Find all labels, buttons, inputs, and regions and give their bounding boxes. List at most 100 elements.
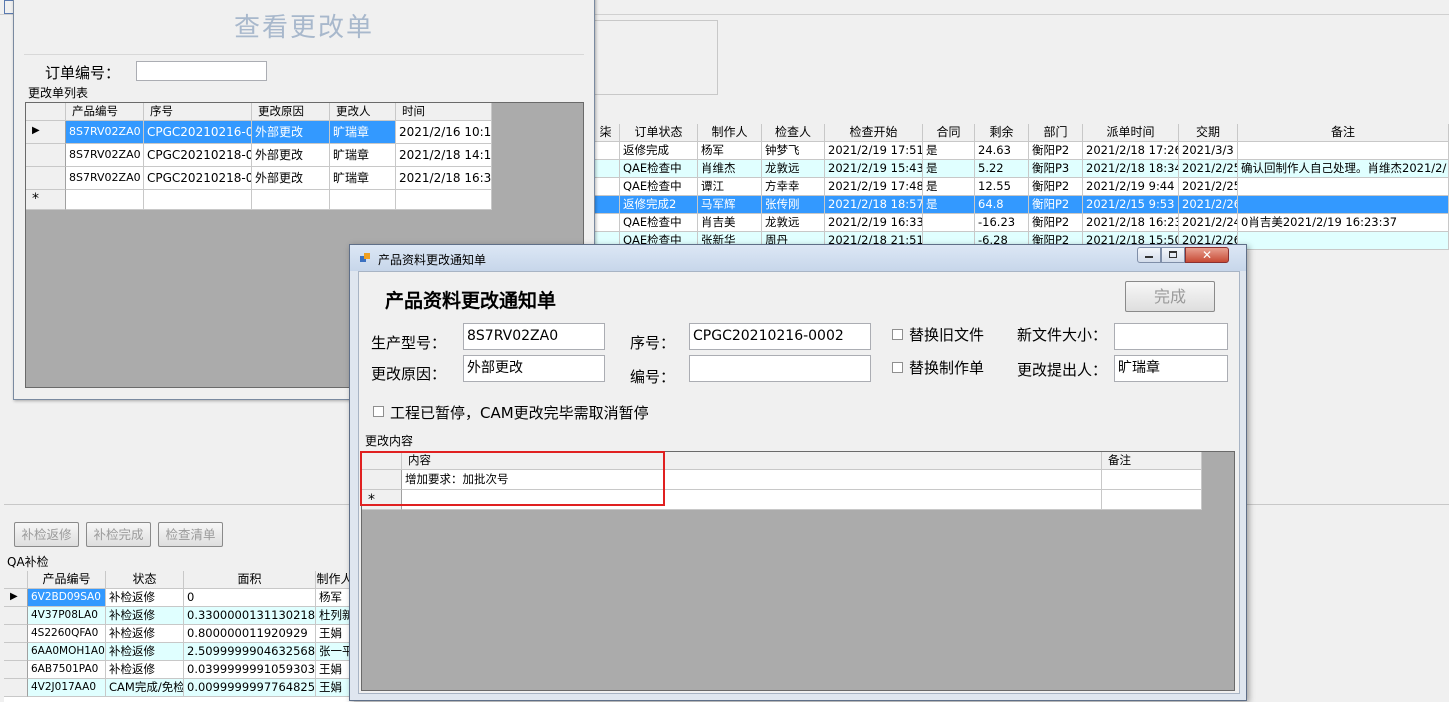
change-list-cell[interactable]: 旷瑞章 — [330, 167, 396, 190]
paused-checkbox[interactable] — [373, 406, 384, 417]
qa-button-0[interactable]: 补检返修 — [14, 522, 79, 547]
minimize-button[interactable] — [1137, 247, 1161, 263]
view-dialog-title: 查看更改单 — [233, 13, 374, 43]
new-size-label: 新文件大小： — [1017, 326, 1108, 344]
view-dialog-divider — [24, 54, 584, 55]
change-list-header-2[interactable]: 更改原因 — [252, 103, 330, 121]
new-row-cell[interactable] — [144, 190, 252, 210]
replace-old-label: 替换旧文件 — [909, 326, 985, 344]
change-list-header-0[interactable]: 产品编号 — [66, 103, 144, 121]
qa-cell[interactable]: 6AA0MOH1A0 — [28, 643, 106, 661]
done-button[interactable]: 完成 — [1125, 281, 1215, 312]
background-groupbox — [592, 20, 718, 95]
proposer-label: 更改提出人： — [1017, 361, 1108, 379]
change-list-header-3[interactable]: 更改人 — [330, 103, 396, 121]
number-label: 编号： — [630, 368, 676, 386]
qa-label: QA补检 — [7, 555, 49, 569]
change-list-cell[interactable]: 8S7RV02ZA0 — [66, 144, 144, 167]
change-row-header[interactable] — [26, 144, 66, 167]
qa-row-header[interactable] — [4, 643, 28, 661]
change-list-cell[interactable]: 外部更改 — [252, 121, 330, 144]
change-list-cell[interactable]: 8S7RV02ZA0 — [66, 121, 144, 144]
replace-order-checkbox[interactable] — [892, 362, 903, 373]
seq-label: 序号： — [630, 334, 676, 352]
content-label: 更改内容 — [365, 434, 414, 448]
qa-cell[interactable]: 6AB7501PA0 — [28, 661, 106, 679]
change-list-cell[interactable]: CPGC20210218-0011 — [144, 144, 252, 167]
qa-cell[interactable]: 4V37P08LA0 — [28, 607, 106, 625]
qa-header-2[interactable]: 面积 — [184, 571, 316, 589]
qa-header-1[interactable]: 状态 — [106, 571, 184, 589]
content-new-cell[interactable] — [402, 490, 1102, 510]
new-row-marker: * — [32, 191, 39, 207]
qa-header-0[interactable]: 产品编号 — [28, 571, 106, 589]
maximize-button[interactable] — [1161, 247, 1185, 263]
new-row-header[interactable]: * — [26, 190, 66, 210]
qa-cell[interactable]: 0.800000011920929 — [184, 625, 316, 643]
change-list-cell[interactable]: CPGC20210218-0021 — [144, 167, 252, 190]
qa-cell[interactable]: 6V2BD09SA0 — [28, 589, 106, 607]
qa-cell[interactable]: 2.5099999904632568 — [184, 643, 316, 661]
qa-corner — [4, 571, 28, 589]
change-list-cell[interactable]: 旷瑞章 — [330, 144, 396, 167]
qa-cell[interactable]: 补检返修 — [106, 589, 184, 607]
qa-cell[interactable]: 0.33000001311302185 — [184, 607, 316, 625]
reason-input[interactable]: 外部更改 — [463, 355, 605, 382]
content-header-1[interactable]: 备注 — [1102, 452, 1202, 470]
qa-cell[interactable]: 补检返修 — [106, 607, 184, 625]
qa-row-header[interactable] — [4, 661, 28, 679]
change-list-cell[interactable]: 2021/2/18 16:33 — [396, 167, 492, 190]
change-row-header[interactable] — [26, 167, 66, 190]
notice-titlebar: 产品资料更改通知单 ✕ — [350, 245, 1246, 271]
qa-cell[interactable]: 0.039999999105930328 — [184, 661, 316, 679]
new-size-input[interactable] — [1114, 323, 1228, 350]
change-list-cell[interactable]: 2021/2/18 14:10 — [396, 144, 492, 167]
qa-cell[interactable]: 补检返修 — [106, 661, 184, 679]
new-row-cell[interactable] — [66, 190, 144, 210]
qa-row-header[interactable] — [4, 625, 28, 643]
replace-old-checkbox[interactable] — [892, 329, 903, 340]
new-row-cell[interactable] — [252, 190, 330, 210]
content-cell[interactable]: 增加要求：加批次号 — [402, 470, 1102, 490]
new-row-cell[interactable] — [330, 190, 396, 210]
notice-window-title: 产品资料更改通知单 — [378, 253, 487, 267]
content-new-remark[interactable] — [1102, 490, 1202, 510]
qa-row-header[interactable]: ▶ — [4, 589, 28, 607]
order-number-label: 订单编号： — [45, 64, 121, 82]
proposer-input[interactable]: 旷瑞章 — [1114, 355, 1228, 382]
new-row-cell[interactable] — [396, 190, 492, 210]
content-new-row-header[interactable]: * — [362, 490, 402, 510]
qa-cell[interactable]: 0.0099999997764825821 — [184, 679, 316, 697]
qa-cell[interactable]: 补检返修 — [106, 625, 184, 643]
order-number-input[interactable] — [136, 61, 267, 81]
qa-button-1[interactable]: 补检完成 — [86, 522, 151, 547]
new-row-marker: * — [368, 492, 375, 508]
model-input[interactable]: 8S7RV02ZA0 — [463, 323, 605, 350]
close-button[interactable]: ✕ — [1185, 247, 1229, 263]
change-list-cell[interactable]: 2021/2/16 10:10 — [396, 121, 492, 144]
content-grid[interactable]: 内容 备注 增加要求：加批次号 * — [361, 451, 1235, 691]
change-list-cell[interactable]: CPGC20210216-0002 — [144, 121, 252, 144]
change-list-cell[interactable]: 8S7RV02ZA0 — [66, 167, 144, 190]
content-header-0[interactable]: 内容 — [402, 452, 1102, 470]
seq-input[interactable]: CPGC20210216-0002 — [689, 323, 871, 350]
qa-cell[interactable]: 补检返修 — [106, 643, 184, 661]
content-remark-cell[interactable] — [1102, 470, 1202, 490]
number-input[interactable] — [689, 355, 871, 382]
qa-row-header[interactable] — [4, 607, 28, 625]
change-row-header[interactable]: ▶ — [26, 121, 66, 144]
content-row-header[interactable] — [362, 470, 402, 490]
qa-cell[interactable]: 4V2J017AA0 — [28, 679, 106, 697]
qa-button-2[interactable]: 检查清单 — [158, 522, 223, 547]
qa-cell[interactable]: 0 — [184, 589, 316, 607]
change-list-header-4[interactable]: 时间 — [396, 103, 492, 121]
qa-cell[interactable]: 4S2260QFA0 — [28, 625, 106, 643]
change-list-cell[interactable]: 外部更改 — [252, 144, 330, 167]
qa-cell[interactable]: CAM完成/免检 — [106, 679, 184, 697]
maximize-icon — [1169, 251, 1177, 258]
qa-grid[interactable]: 产品编号 状态 面积 制作人 ▶ 6V2BD09SA0 补检返修 0 杨军 4V37P08LA0 补… — [4, 571, 354, 702]
change-list-cell[interactable]: 外部更改 — [252, 167, 330, 190]
change-list-cell[interactable]: 旷瑞章 — [330, 121, 396, 144]
change-list-header-1[interactable]: 序号 — [144, 103, 252, 121]
qa-row-header[interactable] — [4, 679, 28, 697]
